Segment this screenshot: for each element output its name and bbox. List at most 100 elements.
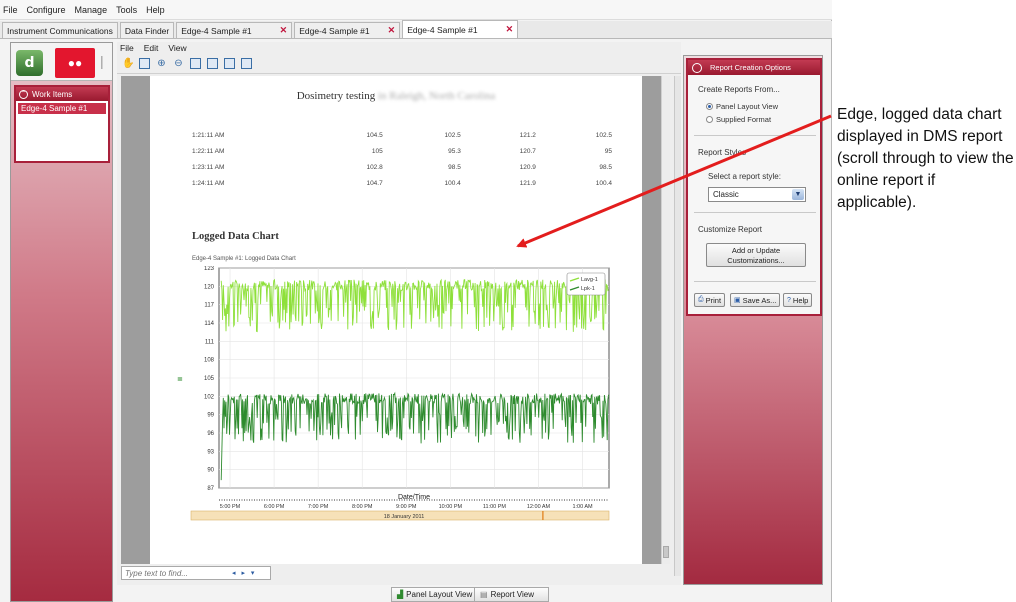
close-icon[interactable]: ✕ [280,25,288,36]
table-cell: 98.5 [599,163,613,171]
tab-instrument-communications[interactable]: Instrument Communications [2,22,118,38]
table-cell: 1:24:11 AM [192,179,225,187]
button-line-1: Add or Update [731,246,781,255]
outer-scrollbar[interactable] [674,76,681,576]
single-page-icon[interactable] [190,58,201,69]
y-tick-label: 90 [207,468,214,474]
table-cell: 105 [371,147,383,155]
y-tick-label: 96 [207,431,214,437]
create-from-label: Create Reports From... [698,85,780,94]
full-page-icon[interactable] [241,58,252,69]
work-item-edge-sample[interactable]: Edge-4 Sample #1 [18,103,106,114]
save-as-button[interactable]: ▣ Save As... [730,293,781,307]
x-tick-label: 7:00 PM [308,504,329,510]
table-row: 1:24:11 AM 104.7 100.4 121.9 100.4 [192,175,612,191]
y-tick-label: 114 [204,321,214,327]
doc-menu-view[interactable]: View [168,43,186,53]
add-update-customizations-button[interactable]: Add or Update Customizations... [706,243,806,267]
zoom-out-icon[interactable]: ⊖ [173,58,184,69]
find-bar: ◂ ▸ ▾ [121,566,271,580]
table-cell: 100.4 [595,179,613,187]
table-cell: 98.5 [448,163,461,171]
table-cell: 100.4 [444,179,461,187]
report-title: Dosimetry testing in Raleigh, North Caro… [150,90,642,102]
doc-menu-file[interactable]: File [120,43,134,53]
close-icon[interactable]: ✕ [506,24,514,35]
zoom-in-icon[interactable]: ⊕ [156,58,167,69]
data-table: 1:21:11 AM 104.5 102.5 121.2 102.5 1:22:… [192,127,612,191]
dosimeter-icon[interactable]: ●● [55,48,95,78]
menubar: File Configure Manage Tools Help [0,0,832,20]
menu-tools[interactable]: Tools [116,5,137,15]
legend-label: Lpk-1 [581,286,595,292]
chart-heading: Logged Data Chart [192,231,279,242]
menu-configure[interactable]: Configure [27,5,66,15]
tab-edge-sample-1[interactable]: Edge-4 Sample #1 ✕ [176,22,293,38]
series-marker-icon: ≣ [177,374,183,383]
y-tick-label: 102 [204,394,215,400]
radio-label: Panel Layout View [716,102,778,111]
help-button[interactable]: ? Help [783,293,813,307]
report-view-button[interactable]: ▤ Report View [474,587,549,602]
report-viewer: File Edit View ✋ ⊕ ⊖ Dosimetry testing i… [117,42,681,585]
collapse-icon[interactable]: ⌃ [19,89,28,99]
doc-menubar: File Edit View [117,42,681,54]
table-cell: 102.8 [366,163,383,171]
report-style-select[interactable]: Classic ▼ [708,187,806,202]
table-row: 1:23:11 AM 102.8 98.5 120.9 98.5 [192,159,612,175]
report-styles-label: Report Styles [698,148,747,157]
y-tick-label: 117 [204,303,214,309]
document-area[interactable]: Dosimetry testing in Raleigh, North Caro… [121,76,670,564]
report-page: Dosimetry testing in Raleigh, North Caro… [150,76,642,564]
work-items-title: Work Items [32,89,73,99]
report-title-blurred: in Raleigh, North Carolina [377,90,496,102]
table-cell: 121.2 [519,131,536,139]
table-cell: 1:23:11 AM [192,163,225,171]
doc-toolbar: ✋ ⊕ ⊖ [117,54,681,74]
close-icon[interactable]: ✕ [388,25,396,36]
table-cell: 104.5 [366,131,383,139]
save-as-label: Save As... [742,295,777,305]
report-options-header[interactable]: Report Creation Options [688,60,820,75]
panel-layout-view-button[interactable]: ▟ Panel Layout View [391,587,479,602]
customize-label: Customize Report [698,225,763,234]
print-button[interactable]: ⎙ Print [694,293,726,307]
supplied-format-radio[interactable]: Supplied Format [706,115,771,124]
panel-layout-radio[interactable]: Panel Layout View [706,102,778,111]
dms-app-icon[interactable]: d [16,50,43,76]
menu-help[interactable]: Help [146,5,165,15]
tab-edge-sample-2[interactable]: Edge-4 Sample #1 ✕ [294,22,401,38]
chart-icon: ▟ [397,590,404,599]
document-icon: ▤ [480,590,488,599]
find-input[interactable] [122,568,232,578]
work-items-header[interactable]: ⌃ Work Items [16,87,108,101]
hand-icon[interactable]: ✋ [122,58,134,69]
annotation-text: Edge, logged data chart displayed in DMS… [837,106,1014,211]
x-tick-label: 11:00 PM [483,504,507,510]
x-tick-label: 1:00 AM [572,504,593,510]
tab-edge-sample-active[interactable]: Edge-4 Sample #1 ✕ [402,20,519,38]
two-pages-icon[interactable] [224,58,235,69]
tab-label: Edge-4 Sample #1 [299,25,370,36]
vertical-scrollbar[interactable] [661,76,670,564]
divider [694,281,816,282]
work-items-panel: ⌃ Work Items Edge-4 Sample #1 [14,85,110,163]
chevron-down-icon[interactable]: ▼ [792,189,804,200]
page-width-icon[interactable] [207,58,218,69]
menu-manage[interactable]: Manage [75,5,108,15]
select-icon[interactable] [139,58,150,69]
date-label: 18 January 2011 [384,514,425,520]
report-title-text: Dosimetry testing [296,90,376,102]
left-panel: d ●● | ⌃ Work Items Edge-4 Sample #1 [10,42,113,602]
scrollbar-thumb[interactable] [663,546,669,558]
select-style-label: Select a report style: [708,172,781,181]
menu-file[interactable]: File [3,5,18,15]
tab-data-finder[interactable]: Data Finder [119,22,175,38]
x-tick-label: 6:00 PM [264,504,285,510]
table-cell: 120.9 [519,163,536,171]
doc-menu-edit[interactable]: Edit [144,43,159,53]
x-tick-label: 10:00 PM [439,504,463,510]
find-nav-arrows[interactable]: ◂ ▸ ▾ [232,569,256,577]
collapse-icon[interactable] [692,62,702,73]
y-tick-label: 120 [204,284,215,290]
